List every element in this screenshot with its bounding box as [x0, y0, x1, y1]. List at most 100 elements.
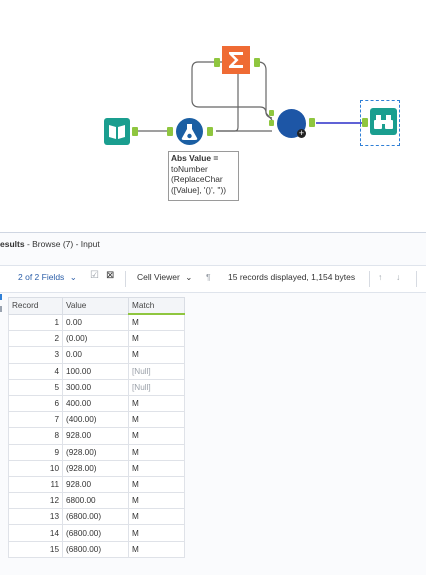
cell-match[interactable]: M [128, 524, 185, 542]
summarize-output-anchor[interactable] [254, 58, 260, 67]
cell-match[interactable]: M [128, 492, 185, 510]
input-output-anchor[interactable] [132, 127, 138, 136]
cell-record[interactable]: 14 [8, 524, 63, 542]
table-header-row: Record Value Match [8, 297, 185, 315]
cell-match[interactable]: [Null] [128, 378, 185, 396]
cell-record[interactable]: 8 [8, 427, 63, 445]
summarize-input-anchor[interactable] [214, 58, 220, 67]
cell-value[interactable]: (928.00) [62, 443, 129, 461]
arrow-up-icon[interactable]: ↑ [378, 272, 382, 282]
table-row[interactable]: 15 (6800.00) M [8, 540, 185, 558]
cell-value[interactable]: (0.00) [62, 330, 129, 348]
fields-dropdown[interactable]: 2 of 2 Fields ⌄ [18, 272, 77, 283]
table-row[interactable]: 12 6800.00 M [8, 492, 185, 510]
pilcrow-icon[interactable]: ¶ [206, 272, 211, 282]
cell-record[interactable]: 12 [8, 492, 63, 510]
cell-viewer-label: Cell Viewer [137, 272, 180, 282]
join-right-anchor[interactable] [269, 120, 274, 126]
left-gutter [0, 292, 4, 322]
table-row[interactable]: 13 (6800.00) M [8, 508, 185, 526]
edit-fields-icon[interactable]: ☑ [90, 270, 99, 281]
cell-match[interactable]: [Null] [128, 362, 185, 380]
book-icon [109, 125, 125, 139]
cell-record[interactable]: 1 [8, 313, 63, 332]
table-row[interactable]: 2 (0.00) M [8, 330, 185, 348]
cell-match[interactable]: M [128, 443, 185, 461]
cell-record[interactable]: 9 [8, 443, 63, 461]
cell-value[interactable]: 100.00 [62, 362, 129, 380]
column-header-match[interactable]: Match [128, 297, 185, 315]
cell-value[interactable]: 0.00 [62, 313, 129, 332]
cell-value[interactable]: (400.00) [62, 411, 129, 429]
cell-value[interactable]: 400.00 [62, 394, 129, 413]
column-header-value[interactable]: Value [62, 297, 129, 315]
cell-value[interactable]: (928.00) [62, 459, 129, 477]
table-row[interactable]: 5 300.00 [Null] [8, 378, 185, 396]
cell-match[interactable]: M [128, 459, 185, 477]
flask-icon [181, 124, 198, 140]
formula-annotation: Abs Value = toNumber (ReplaceChar ([Valu… [168, 151, 239, 201]
results-table: Record Value Match 1 0.00 M 2 (0.00) M 3 0.00 M 4… [8, 297, 185, 558]
table-row[interactable]: 8 928.00 M [8, 427, 185, 445]
cell-value[interactable]: 0.00 [62, 346, 129, 364]
table-row[interactable]: 7 (400.00) M [8, 411, 185, 429]
results-pane: esults - Browse (7) - Input 2 of 2 Field… [0, 232, 426, 575]
cell-record[interactable]: 13 [8, 508, 63, 526]
cell-value[interactable]: 928.00 [62, 427, 129, 445]
browse-input-anchor[interactable] [362, 118, 368, 127]
cell-value[interactable]: 300.00 [62, 378, 129, 396]
arrow-down-icon[interactable]: ↓ [396, 272, 400, 282]
annotation-line-2: (ReplaceChar [171, 174, 223, 184]
table-row[interactable]: 4 100.00 [Null] [8, 362, 185, 380]
cell-value[interactable]: 6800.00 [62, 492, 129, 510]
table-row[interactable]: 6 400.00 M [8, 394, 185, 413]
cell-record[interactable]: 6 [8, 394, 63, 413]
cell-value[interactable]: (6800.00) [62, 540, 129, 558]
results-toolbar: 2 of 2 Fields ⌄ ☑ ⊠ Cell Viewer ⌄ ¶ 15 r… [0, 265, 426, 312]
chevron-down-icon: ⌄ [69, 272, 77, 282]
cell-match[interactable]: M [128, 394, 185, 413]
cell-value[interactable]: (6800.00) [62, 508, 129, 526]
cell-value[interactable]: (6800.00) [62, 524, 129, 542]
formula-tool[interactable] [176, 118, 203, 145]
formula-output-anchor[interactable] [207, 127, 213, 136]
results-title: esults - Browse (7) - Input [0, 239, 100, 255]
workflow-canvas[interactable]: + Abs Value = toNumber (ReplaceChar ([Va… [0, 0, 426, 232]
cell-record[interactable]: 5 [8, 378, 63, 396]
binoculars-icon [374, 115, 393, 129]
cell-match[interactable]: M [128, 427, 185, 445]
cell-match[interactable]: M [128, 508, 185, 526]
cell-match[interactable]: M [128, 313, 185, 332]
table-row[interactable]: 1 0.00 M [8, 313, 185, 332]
table-row[interactable]: 9 (928.00) M [8, 443, 185, 461]
cell-value[interactable]: 928.00 [62, 475, 129, 494]
table-row[interactable]: 14 (6800.00) M [8, 524, 185, 542]
cell-match[interactable]: M [128, 540, 185, 558]
cell-match[interactable]: M [128, 475, 185, 494]
clear-selection-icon[interactable]: ⊠ [106, 270, 114, 281]
annotation-line-3: ([Value], '()', '')) [171, 184, 227, 195]
input-data-tool[interactable] [104, 118, 130, 145]
add-connection-icon[interactable]: + [297, 129, 306, 138]
cell-record[interactable]: 10 [8, 459, 63, 477]
cell-viewer-dropdown[interactable]: Cell Viewer ⌄ [137, 272, 192, 283]
join-left-anchor[interactable] [269, 110, 274, 116]
formula-input-anchor[interactable] [167, 127, 173, 136]
browse-tool[interactable] [370, 108, 397, 135]
cell-match[interactable]: M [128, 330, 185, 348]
cell-record[interactable]: 4 [8, 362, 63, 380]
cell-record[interactable]: 3 [8, 346, 63, 364]
column-header-record[interactable]: Record [8, 297, 63, 315]
table-row[interactable]: 10 (928.00) M [8, 459, 185, 477]
table-row[interactable]: 11 928.00 M [8, 475, 185, 494]
cell-record[interactable]: 11 [8, 475, 63, 494]
cell-match[interactable]: M [128, 411, 185, 429]
cell-record[interactable]: 15 [8, 540, 63, 558]
cell-match[interactable]: M [128, 346, 185, 364]
summarize-tool[interactable] [222, 46, 250, 74]
cell-record[interactable]: 7 [8, 411, 63, 429]
results-title-prefix: esults [0, 239, 25, 249]
table-row[interactable]: 3 0.00 M [8, 346, 185, 364]
cell-record[interactable]: 2 [8, 330, 63, 348]
join-output-anchor[interactable] [309, 118, 315, 127]
